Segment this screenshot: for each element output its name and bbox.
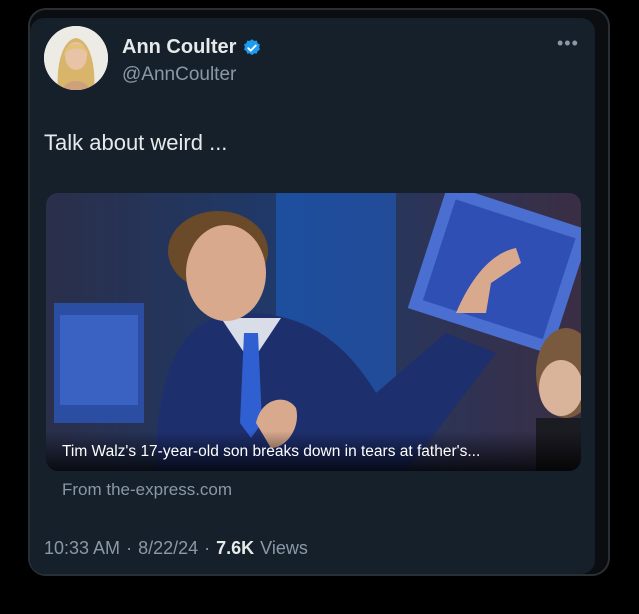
avatar[interactable]	[44, 26, 108, 90]
meta-separator: ·	[126, 538, 133, 558]
views-label: Views	[260, 538, 308, 558]
date[interactable]: 8/22/24	[138, 538, 198, 559]
link-source[interactable]: From the-express.com	[62, 480, 232, 500]
tweet-card: Ann Coulter @AnnCoulter ••• Talk about w…	[30, 18, 595, 574]
link-card-image[interactable]: Tim Walz's 17-year-old son breaks down i…	[46, 193, 581, 471]
avatar-image	[44, 26, 108, 90]
display-name[interactable]: Ann Coulter	[122, 36, 262, 59]
tweet-text: Talk about weird ...	[44, 130, 228, 155]
views-count[interactable]: 7.6K	[216, 538, 254, 559]
meta-separator: ·	[204, 538, 211, 558]
author-handle[interactable]: @AnnCoulter	[122, 64, 236, 86]
verified-badge-icon	[242, 38, 262, 58]
caption-overlay: Tim Walz's 17-year-old son breaks down i…	[46, 431, 581, 471]
more-options-icon[interactable]: •••	[557, 34, 579, 52]
tweet-meta: 10:33 AM · 8/22/24 · 7.6K Views	[44, 538, 308, 559]
link-card-title[interactable]: Tim Walz's 17-year-old son breaks down i…	[62, 443, 480, 461]
news-photo	[46, 193, 581, 471]
timestamp[interactable]: 10:33 AM	[44, 538, 120, 559]
author-name[interactable]: Ann Coulter	[122, 36, 236, 59]
